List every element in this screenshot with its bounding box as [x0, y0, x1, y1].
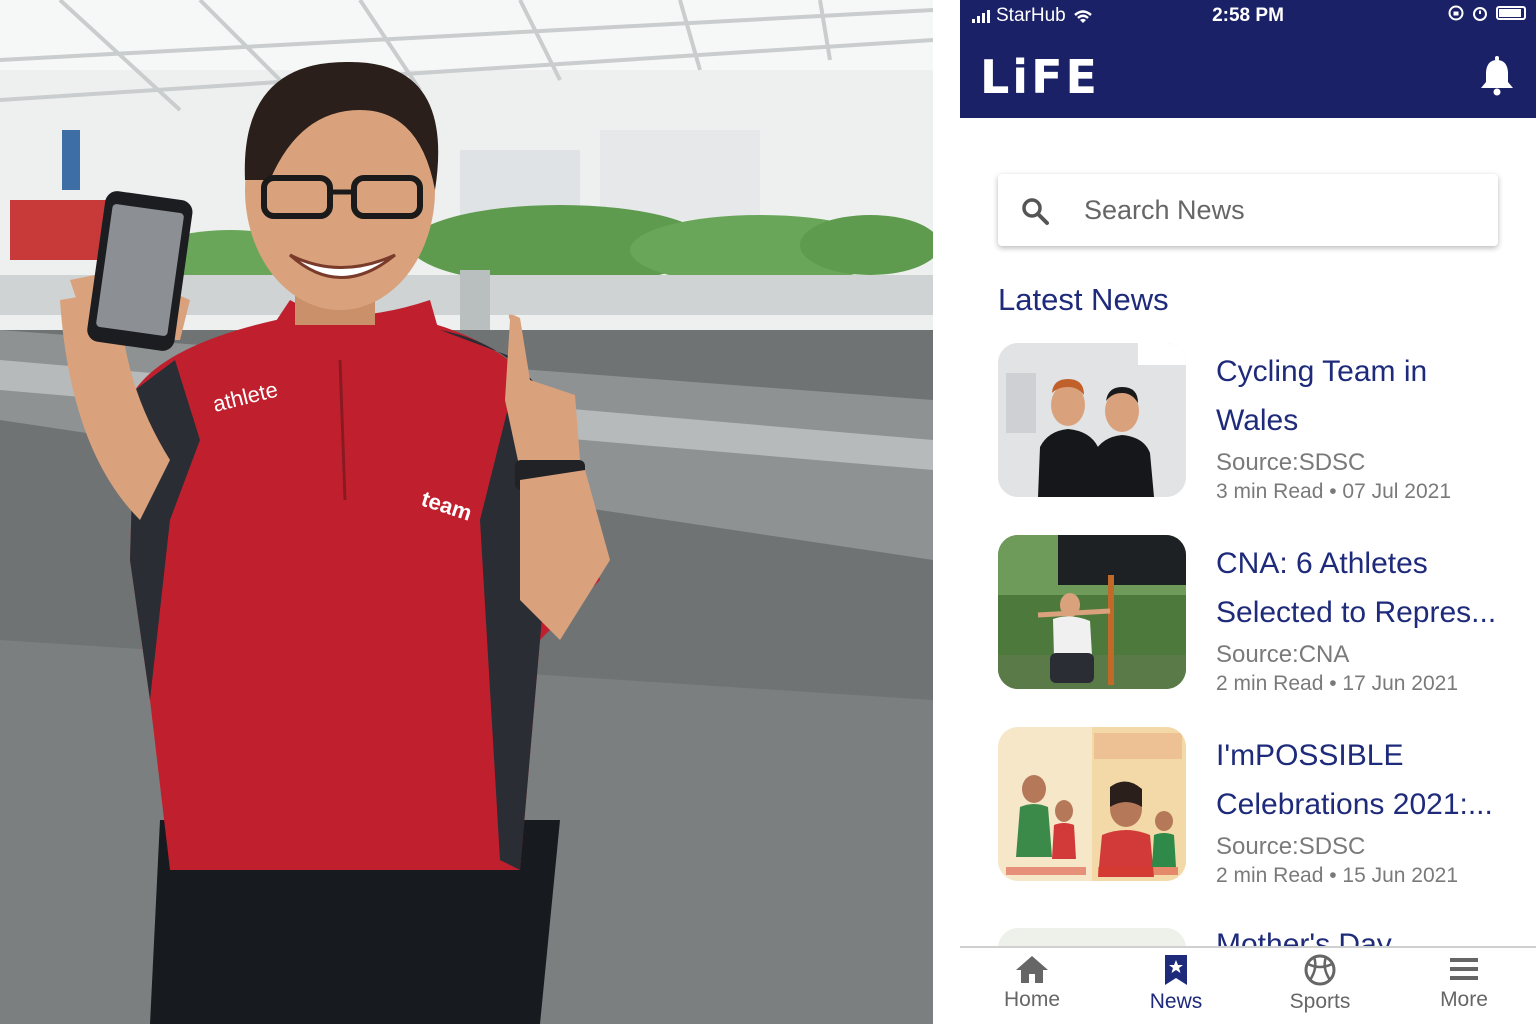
- orientation-lock-icon: [1448, 5, 1464, 21]
- news-title-line: Cycling Team in: [1216, 355, 1428, 388]
- section-title: Latest News: [998, 282, 1169, 317]
- news-thumbnail[interactable]: [998, 343, 1186, 497]
- battery-icon: [1496, 6, 1526, 20]
- news-item-partial[interactable]: Mother's Day: [998, 920, 1518, 948]
- news-title-line: Celebrations 2021:...: [1216, 788, 1493, 821]
- tab-label: Sports: [1289, 990, 1351, 1013]
- news-item-cycling[interactable]: Cycling Team in Wales Source:SDSC 3 min …: [998, 343, 1518, 503]
- tab-label: News: [1149, 990, 1203, 1013]
- promo-photo: athlete team: [0, 0, 933, 1024]
- phone-screen: StarHub 2:58 PM LiFE Search News Latest …: [960, 0, 1536, 1024]
- alarm-icon: [1473, 7, 1487, 21]
- news-thumbnail[interactable]: [998, 928, 1186, 948]
- bookmark-icon: [1165, 955, 1187, 985]
- news-source: Source:SDSC: [1216, 833, 1366, 860]
- search-icon: [1022, 198, 1049, 225]
- news-title-line: Wales: [1216, 404, 1299, 437]
- search-input[interactable]: [1084, 192, 1464, 228]
- tab-label: More: [1440, 988, 1488, 1011]
- news-title[interactable]: CNA: 6 Athletes Selected to Repres...: [1216, 539, 1506, 637]
- tab-sports[interactable]: Sports: [1248, 954, 1392, 1024]
- tab-news[interactable]: News: [1104, 954, 1248, 1024]
- home-icon: [1016, 956, 1048, 983]
- news-title-line: I'mPOSSIBLE: [1216, 739, 1404, 772]
- news-meta: 3 min Read • 07 Jul 2021: [1216, 480, 1451, 503]
- app-bar: LiFE: [960, 34, 1536, 118]
- divider: [933, 0, 960, 1024]
- news-thumbnail[interactable]: [998, 727, 1186, 881]
- ball-icon: [1304, 954, 1336, 986]
- news-title[interactable]: Cycling Team in Wales: [1216, 347, 1506, 445]
- news-source: Source:SDSC: [1216, 449, 1366, 476]
- news-title[interactable]: Mother's Day: [1216, 928, 1392, 948]
- tab-more[interactable]: More: [1392, 954, 1536, 1024]
- bottom-tab-bar: Home News Sports More: [960, 946, 1536, 1024]
- news-item-cna[interactable]: CNA: 6 Athletes Selected to Repres... So…: [998, 535, 1518, 695]
- news-source: Source:CNA: [1216, 641, 1350, 668]
- status-bar: StarHub 2:58 PM: [960, 0, 1536, 34]
- news-title-line: Selected to Repres...: [1216, 596, 1497, 629]
- news-meta: 2 min Read • 17 Jun 2021: [1216, 672, 1459, 695]
- tab-label: Home: [1003, 988, 1061, 1011]
- app-logo: LiFE: [980, 50, 1100, 104]
- menu-icon: [1450, 958, 1478, 980]
- news-meta: 2 min Read • 15 Jun 2021: [1216, 864, 1459, 887]
- news-title[interactable]: I'mPOSSIBLE Celebrations 2021:...: [1216, 731, 1506, 829]
- news-item-impossible[interactable]: I'mPOSSIBLE Celebrations 2021:... Source…: [998, 727, 1518, 887]
- search-box[interactable]: [998, 174, 1498, 246]
- tab-home[interactable]: Home: [960, 954, 1104, 1024]
- news-title-line: CNA: 6 Athletes: [1216, 547, 1428, 580]
- bell-icon[interactable]: [1478, 56, 1516, 96]
- news-thumbnail[interactable]: [998, 535, 1186, 689]
